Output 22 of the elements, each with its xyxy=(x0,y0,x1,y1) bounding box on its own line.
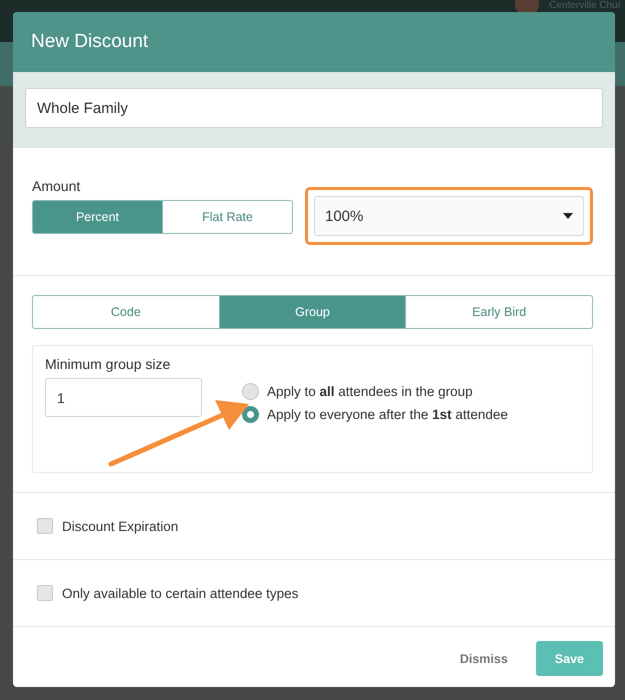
radio-button[interactable] xyxy=(242,383,259,400)
amount-type-tab[interactable]: Percent xyxy=(32,200,163,234)
save-button[interactable]: Save xyxy=(536,641,603,676)
min-group-label: Minimum group size xyxy=(45,356,172,372)
name-field[interactable]: Whole Family xyxy=(25,88,603,128)
rule-tab[interactable]: Group xyxy=(218,295,406,329)
radio-label: Apply to all attendees in the group xyxy=(267,384,473,399)
radio-label: Apply to everyone after the 1st attendee xyxy=(267,407,508,422)
checkbox-label: Only available to certain attendee types xyxy=(62,586,298,600)
dismiss-button[interactable]: Dismiss xyxy=(460,641,508,676)
checkbox[interactable] xyxy=(37,518,53,534)
min-group-field[interactable]: 1 xyxy=(45,378,202,417)
caret-icon xyxy=(563,213,573,219)
rule-tab[interactable]: Early Bird xyxy=(405,295,594,329)
radio-button[interactable] xyxy=(242,406,259,423)
amount-dropdown[interactable]: 100% xyxy=(314,196,584,236)
amount-label: Amount xyxy=(32,178,82,194)
rule-tab[interactable]: Code xyxy=(32,295,220,329)
checkbox-label: Discount Expiration xyxy=(62,518,178,534)
dialog-title: New Discount xyxy=(31,31,148,53)
amount-type-tab[interactable]: Flat Rate xyxy=(162,200,293,234)
checkbox[interactable] xyxy=(37,585,53,601)
